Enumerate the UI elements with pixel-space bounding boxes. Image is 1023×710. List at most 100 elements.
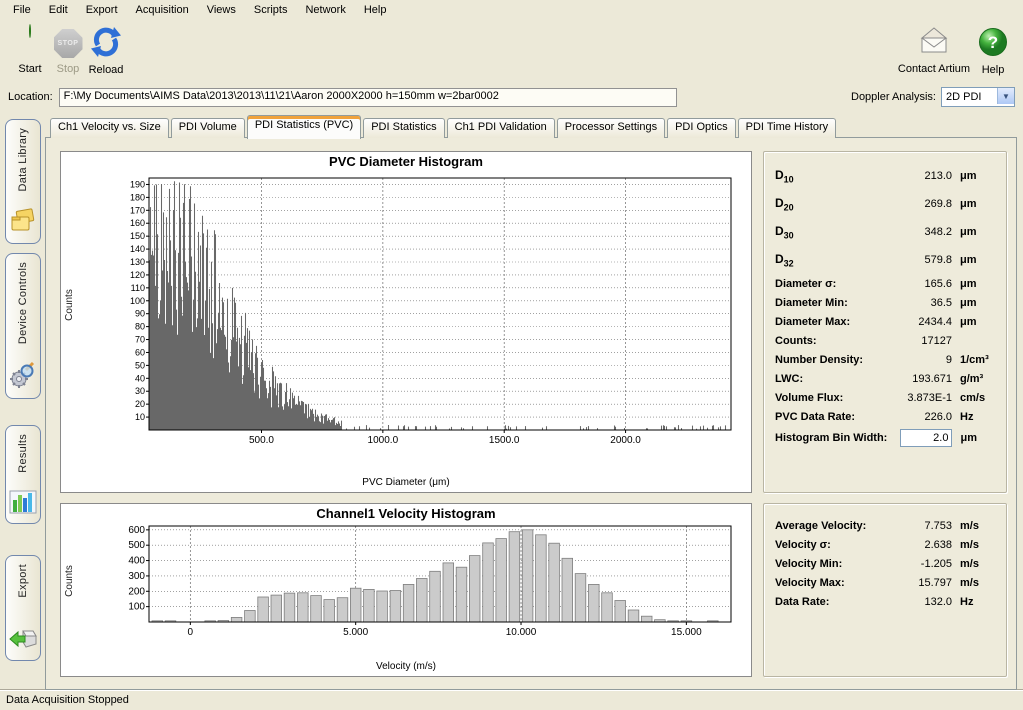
svg-text:50: 50	[135, 360, 145, 370]
svg-text:30: 30	[135, 386, 145, 396]
pvc-diameter-histogram-chart: PVC Diameter Histogram Counts 1020304050…	[60, 151, 752, 493]
velocity-chart-title: Channel1 Velocity Histogram	[61, 506, 751, 521]
pvc-chart-plot: 1020304050607080901001101201301401501601…	[79, 174, 745, 466]
stat-row-d20: D20 269.8μm	[775, 190, 996, 218]
menu-help[interactable]: Help	[355, 1, 396, 19]
svg-text:1000.0: 1000.0	[368, 435, 399, 446]
velocity-statistics-panel: Average Velocity: 7.753m/s Velocity σ: 2…	[763, 503, 1007, 677]
pvc-chart-ylabel: Counts	[64, 289, 75, 321]
stat-row-d30: D30 348.2μm	[775, 218, 996, 246]
menu-edit[interactable]: Edit	[40, 1, 77, 19]
sidebar-label-device-controls: Device Controls	[17, 262, 29, 344]
stat-row-lwc: LWC: 193.671g/m³	[775, 369, 996, 388]
doppler-analysis-select[interactable]: 2D PDI ▼	[941, 87, 1015, 107]
sidebar-item-export[interactable]: Export	[5, 555, 41, 661]
stat-row-data-rate: Data Rate: 132.0Hz	[775, 592, 996, 611]
tab-panel: PVC Diameter Histogram Counts 1020304050…	[45, 137, 1017, 690]
stat-row-velocity-sigma: Velocity σ: 2.638m/s	[775, 535, 996, 554]
doppler-analysis-value: 2D PDI	[942, 91, 981, 103]
tab-ch1-pdi-validation[interactable]: Ch1 PDI Validation	[447, 118, 555, 138]
svg-text:140: 140	[130, 244, 145, 254]
stat-row-volume-flux: Volume Flux: 3.873E-1cm/s	[775, 388, 996, 407]
start-icon	[29, 24, 31, 38]
sidebar-item-results[interactable]: Results	[5, 425, 41, 524]
svg-text:60: 60	[135, 347, 145, 357]
svg-text:2000.0: 2000.0	[610, 435, 641, 446]
histogram-bin-width-input[interactable]	[900, 429, 952, 447]
svg-text:180: 180	[130, 192, 145, 202]
tab-pdi-time-history[interactable]: PDI Time History	[738, 118, 837, 138]
tab-pdi-statistics[interactable]: PDI Statistics	[363, 118, 444, 138]
tab-ch1-velocity-vs-size[interactable]: Ch1 Velocity vs. Size	[50, 118, 169, 138]
reload-label: Reload	[78, 64, 134, 76]
menu-views[interactable]: Views	[198, 1, 245, 19]
envelope-icon	[917, 25, 951, 61]
stat-row-diameter-min: Diameter Min: 36.5μm	[775, 293, 996, 312]
stat-row-diameter-sigma: Diameter σ: 165.6μm	[775, 274, 996, 293]
main-area: Data Library Device Controls Results	[0, 112, 1023, 690]
stat-row-velocity-max: Velocity Max: 15.797m/s	[775, 573, 996, 592]
tab-content: Ch1 Velocity vs. Size PDI Volume PDI Sta…	[45, 115, 1017, 690]
svg-text:?: ?	[988, 33, 998, 52]
help-button[interactable]: ? Help	[972, 25, 1014, 76]
svg-text:10: 10	[135, 412, 145, 422]
stat-row-d10: D10 213.0μm	[775, 162, 996, 190]
reload-button[interactable]: Reload	[78, 25, 134, 76]
svg-text:500.0: 500.0	[249, 435, 274, 446]
svg-text:0: 0	[188, 627, 194, 638]
folders-icon	[9, 208, 37, 237]
svg-text:100: 100	[130, 296, 145, 306]
svg-text:160: 160	[130, 218, 145, 228]
stat-row-number-density: Number Density: 91/cm³	[775, 350, 996, 369]
velocity-histogram-chart: Channel1 Velocity Histogram Counts 10020…	[60, 503, 752, 677]
svg-text:5.000: 5.000	[343, 627, 368, 638]
export-arrow-icon	[9, 627, 37, 654]
contact-artium-label: Contact Artium	[893, 63, 975, 75]
velocity-chart-ylabel: Counts	[64, 566, 75, 598]
menu-acquisition[interactable]: Acquisition	[127, 1, 198, 19]
toolbar: Start STOP Stop Reload Contact Artium	[0, 19, 1023, 85]
help-label: Help	[972, 64, 1014, 76]
svg-text:400: 400	[128, 556, 145, 567]
help-icon: ?	[977, 25, 1009, 61]
sidebar-item-device-controls[interactable]: Device Controls	[5, 253, 41, 399]
tab-processor-settings[interactable]: Processor Settings	[557, 118, 665, 138]
menu-export[interactable]: Export	[77, 1, 127, 19]
reload-icon	[89, 25, 123, 61]
stat-row-d32: D32 579.8μm	[775, 246, 996, 274]
stat-row-average-velocity: Average Velocity: 7.753m/s	[775, 516, 996, 535]
stat-row-velocity-min: Velocity Min: -1.205m/s	[775, 554, 996, 573]
svg-text:110: 110	[131, 283, 145, 293]
location-input[interactable]: F:\My Documents\AIMS Data\2013\2013\11\2…	[59, 88, 677, 107]
menu-file[interactable]: File	[4, 1, 40, 19]
location-row: Location: F:\My Documents\AIMS Data\2013…	[0, 86, 1023, 108]
tab-pdi-volume[interactable]: PDI Volume	[171, 118, 245, 138]
doppler-analysis-label: Doppler Analysis:	[851, 91, 936, 103]
bar-chart-icon	[9, 490, 37, 517]
svg-text:1500.0: 1500.0	[489, 435, 520, 446]
tab-pdi-statistics-pvc[interactable]: PDI Statistics (PVC)	[247, 115, 361, 139]
velocity-chart-plot: 10020030040050060005.00010.00015.000	[79, 523, 745, 653]
chevron-down-icon[interactable]: ▼	[997, 88, 1014, 104]
sidebar-item-data-library[interactable]: Data Library	[5, 119, 41, 244]
pvc-chart-title: PVC Diameter Histogram	[61, 154, 751, 169]
sidebar-label-results: Results	[17, 434, 29, 473]
svg-text:300: 300	[128, 571, 145, 582]
svg-text:200: 200	[128, 586, 145, 597]
svg-text:80: 80	[135, 322, 145, 332]
svg-text:15.000: 15.000	[671, 627, 702, 638]
menu-scripts[interactable]: Scripts	[245, 1, 297, 19]
svg-text:150: 150	[130, 231, 145, 241]
pvc-statistics-panel: D10 213.0μm D20 269.8μm D30 348.2μm D32 …	[763, 151, 1007, 493]
tab-pdi-optics[interactable]: PDI Optics	[667, 118, 736, 138]
stat-row-counts: Counts: 17127	[775, 331, 996, 350]
svg-text:130: 130	[130, 257, 145, 267]
location-label: Location:	[8, 91, 53, 103]
svg-text:20: 20	[135, 399, 145, 409]
contact-artium-button[interactable]: Contact Artium	[893, 25, 975, 75]
menu-network[interactable]: Network	[296, 1, 354, 19]
svg-text:600: 600	[128, 525, 145, 536]
svg-text:190: 190	[130, 179, 145, 189]
stat-row-histogram-bin-width: Histogram Bin Width: μm	[775, 426, 996, 450]
velocity-chart-xlabel: Velocity (m/s)	[61, 661, 751, 672]
